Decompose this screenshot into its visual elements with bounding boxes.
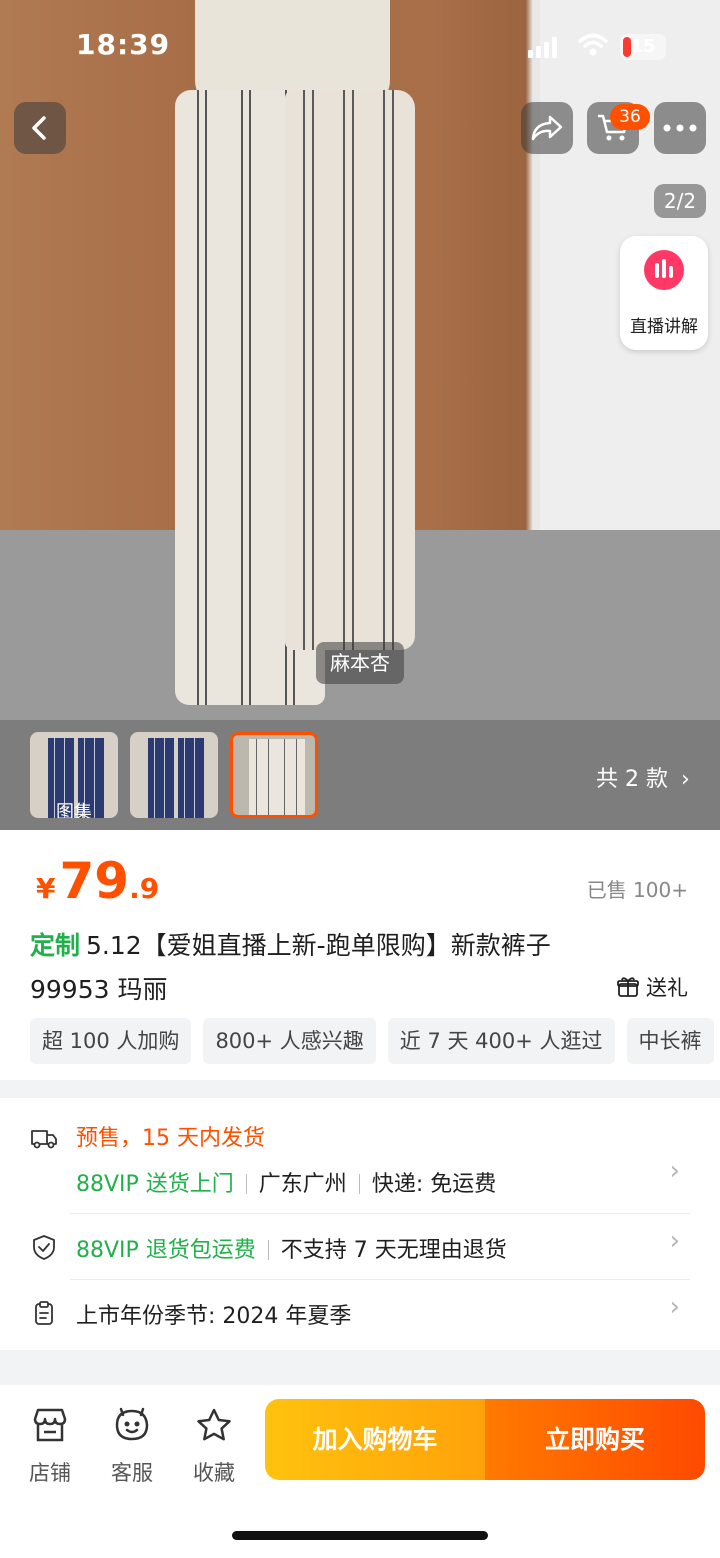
battery-icon: 15 [620,34,666,60]
cellular-signal-icon [528,36,557,58]
customer-service-icon [115,1407,149,1441]
price-decimal: .9 [129,872,160,905]
presale-text: 预售，15 天内发货 [76,1126,265,1151]
cart-badge: 36 [610,104,650,130]
feature-chips: 超 100 人加购 800+ 人感兴趣 近 7 天 400+ 人逛过 中长裤 [30,1018,720,1064]
chevron-right-icon: › [669,1226,680,1256]
vip-delivery: 88VIP 送货上门 [76,1172,234,1197]
shield-check-icon [33,1235,55,1260]
favorite-button[interactable]: 收藏 [184,1407,244,1485]
buy-now-button[interactable]: 立即购买 [485,1399,705,1480]
chevron-right-icon: › [669,1156,680,1186]
status-time: 18:39 [76,28,171,61]
live-explain-button[interactable]: 直播讲解 [620,236,708,350]
back-button[interactable] [14,102,66,154]
share-icon [531,115,563,141]
delivery-row[interactable]: 预售，15 天内发货 88VIP 送货上门 广东广州 快递: 免运费 › [30,1116,690,1214]
service-card: 预售，15 天内发货 88VIP 送货上门 广东广州 快递: 免运费 › 88VIP… [0,1098,720,1350]
striped-pants-right-leg [285,90,415,650]
chevron-left-icon [32,116,46,140]
clipboard-icon [35,1301,53,1325]
wifi-icon [578,33,608,56]
share-button[interactable] [521,102,573,154]
styles-count-text: 共 2 款 [596,767,668,792]
price-integer: 79 [59,852,130,910]
thumbnail-white-stripe[interactable] [230,732,318,818]
add-to-cart-button[interactable]: 加入购物车 [265,1399,485,1480]
return-policy: 不支持 7 天无理由退货 [280,1238,507,1263]
store-label: 店铺 [29,1461,71,1485]
truck-icon [31,1130,57,1149]
sold-count: 已售 100+ [586,878,688,902]
return-info: 88VIP 退货包运费 不支持 7 天无理由退货 [76,1232,507,1264]
delivery-info: 88VIP 送货上门 广东广州 快递: 免运费 [76,1166,496,1198]
more-dots-icon [663,124,697,132]
gift-button[interactable]: 送礼 [616,972,688,1002]
return-row[interactable]: 88VIP 退货包运费 不支持 7 天无理由退货 › [30,1214,690,1280]
gift-label: 送礼 [646,976,688,1000]
season-row[interactable]: 上市年份季节: 2024 年夏季 › [30,1280,690,1346]
currency-symbol: ¥ [36,872,56,905]
gallery-label: 图集 [56,802,92,818]
battery-level: 15 [630,36,656,57]
origin-location: 广东广州 [258,1172,347,1197]
bottom-action-bar: 店铺 客服 收藏 加入购物车 立即购买 [0,1385,720,1558]
price: ¥ 79 .9 [36,850,159,912]
store-icon [33,1408,67,1442]
customer-service-label: 客服 [111,1461,153,1485]
star-icon [197,1408,231,1441]
live-bars-icon [644,250,684,290]
chip-interested[interactable]: 800+ 人感兴趣 [203,1018,376,1064]
thumbnail-strip: 图集 共 2 款 › [0,720,720,830]
custom-tag: 定制 [30,931,81,960]
chip-category[interactable]: 中长裤 [626,1018,714,1064]
gift-icon [617,977,639,997]
home-indicator[interactable] [232,1531,488,1540]
store-button[interactable]: 店铺 [20,1407,80,1485]
live-explain-label: 直播讲解 [630,317,698,337]
product-title[interactable]: 定制 5.12【爱姐直播上新-跑单限购】新款裤子 99953 玛丽 [30,924,620,1012]
chevron-right-icon: › [680,767,690,792]
product-title-text: 5.12【爱姐直播上新-跑单限购】新款裤子 99953 玛丽 [30,931,551,1004]
thumbnail-navy-stripe[interactable] [130,732,218,818]
favorite-label: 收藏 [193,1461,235,1485]
more-button[interactable] [654,102,706,154]
chip-add-cart[interactable]: 超 100 人加购 [30,1018,192,1064]
customer-service-button[interactable]: 客服 [102,1407,162,1485]
product-info-card: ¥ 79 .9 已售 100+ 定制 5.12【爱姐直播上新-跑单限购】新款裤子 … [0,830,720,1080]
status-bar: 18:39 15 [0,0,720,92]
styles-count-link[interactable]: 共 2 款 › [596,761,690,793]
image-counter: 2/2 [654,184,706,218]
product-page: 麻本杏 18:39 15 36 2/2 直播讲解 图集 共 2 款 › ¥ 79… [0,0,720,1558]
vip-return: 88VIP 退货包运费 [76,1238,256,1263]
chevron-right-icon: › [669,1292,680,1322]
chip-visited[interactable]: 近 7 天 400+ 人逛过 [387,1018,615,1064]
thumbnail-gallery[interactable]: 图集 [30,732,118,818]
brand-tag[interactable]: 麻本杏 [316,642,404,684]
shipping-fee: 快递: 免运费 [371,1172,497,1197]
season-text: 上市年份季节: 2024 年夏季 [76,1304,352,1329]
